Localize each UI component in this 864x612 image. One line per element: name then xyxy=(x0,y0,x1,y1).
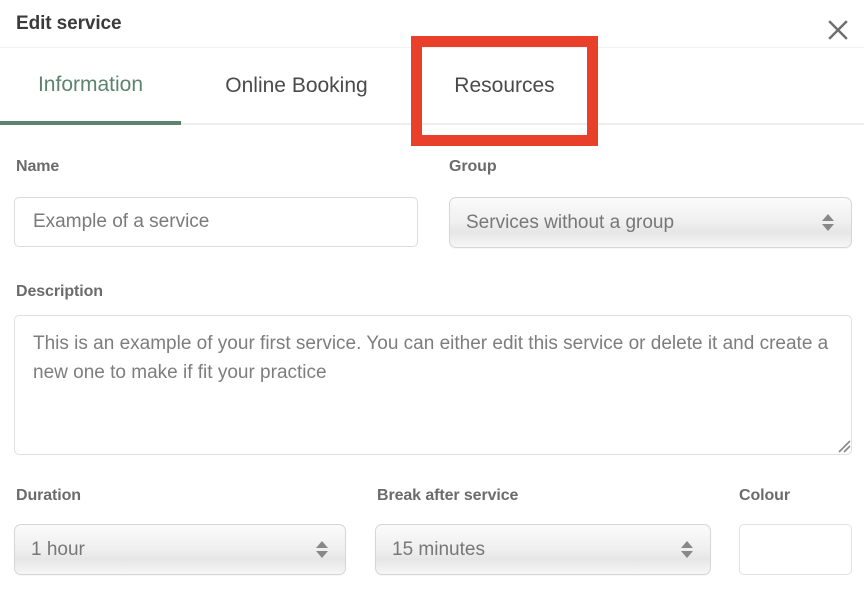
chevron-updown-icon xyxy=(680,541,694,558)
name-input[interactable] xyxy=(14,197,418,247)
modal-header: Edit service xyxy=(0,0,864,48)
close-button[interactable] xyxy=(824,16,852,44)
tab-resources-label: Resources xyxy=(454,73,555,97)
group-select[interactable]: Services without a group xyxy=(449,197,852,248)
tab-online-booking-label: Online Booking xyxy=(225,73,368,97)
break-after-service-label: Break after service xyxy=(377,487,519,504)
colour-label: Colour xyxy=(739,487,790,504)
duration-select[interactable]: 1 hour xyxy=(14,524,346,575)
colour-picker-input[interactable] xyxy=(739,524,852,575)
description-label: Description xyxy=(16,283,103,300)
chevron-updown-icon xyxy=(821,214,835,231)
break-after-service-select[interactable]: 15 minutes xyxy=(375,524,711,575)
chevron-updown-icon xyxy=(315,541,329,558)
page-title: Edit service xyxy=(16,13,122,34)
tab-information-label: Information xyxy=(37,72,144,96)
group-label: Group xyxy=(449,158,497,175)
group-select-value: Services without a group xyxy=(466,211,675,233)
name-label: Name xyxy=(16,158,60,175)
duration-select-value: 1 hour xyxy=(31,538,85,560)
duration-label: Duration xyxy=(16,487,81,504)
tab-bar: Information Online Booking Resources xyxy=(0,48,864,125)
break-after-service-value: 15 minutes xyxy=(392,538,485,560)
tab-information[interactable]: Information xyxy=(0,48,181,125)
tab-resources[interactable]: Resources xyxy=(412,48,597,123)
close-icon xyxy=(827,19,849,41)
description-textarea[interactable] xyxy=(14,315,852,455)
tab-online-booking[interactable]: Online Booking xyxy=(181,48,412,123)
